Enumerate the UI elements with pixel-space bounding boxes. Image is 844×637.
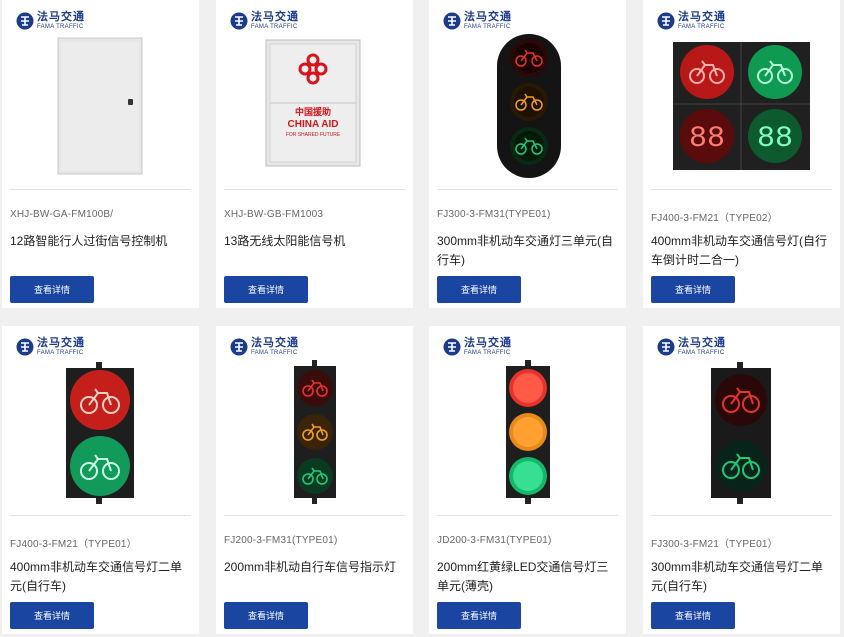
product-model: XHJ-BW-GB-FM1003: [224, 209, 324, 220]
view-details-button[interactable]: 查看详情: [10, 602, 94, 629]
product-image[interactable]: [643, 354, 840, 506]
view-details-button[interactable]: 查看详情: [651, 602, 735, 629]
view-details-button[interactable]: 查看详情: [224, 602, 308, 629]
product-image[interactable]: [429, 354, 626, 506]
view-details-button[interactable]: 查看详情: [10, 276, 94, 303]
product-title[interactable]: 400mm非机动车交通信号灯二单元(自行车): [10, 558, 189, 596]
product-image[interactable]: [429, 28, 626, 180]
product-card[interactable]: 法马交通 FAMA TRAFFIC XHJ-BW-GA-FM100B/ 12路智能…: [2, 0, 199, 308]
product-model: FJ300-3-FM21（TYPE01）: [651, 539, 778, 550]
product-title[interactable]: 200mm红黄绿LED交通信号灯三单元(薄壳): [437, 558, 616, 596]
product-model: XHJ-BW-GA-FM100B/: [10, 209, 114, 220]
svg-text:中国援助: 中国援助: [295, 106, 331, 117]
product-title[interactable]: 200mm非机动自行车信号指示灯: [224, 558, 403, 577]
view-details-button[interactable]: 查看详情: [224, 276, 308, 303]
product-card[interactable]: 法马交通 FAMA TRAFFIC 中国援助 CHINA AID FOR SHAR…: [216, 0, 413, 308]
product-model: FJ400-3-FM21（TYPE01）: [10, 539, 137, 550]
product-title[interactable]: 300mm非机动车交通信号灯二单元(自行车): [651, 558, 830, 596]
svg-text:88: 88: [689, 122, 725, 156]
product-card[interactable]: 法马交通 FAMA TRAFFIC JD200-3-FM31(TYPE01) 20…: [429, 326, 626, 634]
product-title[interactable]: 300mm非机动车交通灯三单元(自行车): [437, 232, 616, 270]
product-card[interactable]: 法马交通 FAMA TRAFFIC FJ300-3-FM21（TYPE01） 30…: [643, 326, 840, 634]
product-card[interactable]: 法马交通 FAMA TRAFFIC 88 88 FJ400-3-FM21（TYPE…: [643, 0, 840, 308]
svg-text:FOR SHARED FUTURE: FOR SHARED FUTURE: [286, 132, 341, 138]
product-image[interactable]: 88 88: [643, 28, 840, 180]
product-card[interactable]: 法马交通 FAMA TRAFFIC FJ200-3-FM31(TYPE01) 20…: [216, 326, 413, 634]
product-model: FJ400-3-FM21（TYPE02）: [651, 213, 778, 224]
product-image[interactable]: 中国援助 CHINA AID FOR SHARED FUTURE: [216, 28, 413, 180]
view-details-button[interactable]: 查看详情: [437, 276, 521, 303]
product-image[interactable]: [2, 354, 199, 506]
product-title[interactable]: 400mm非机动车交通信号灯(自行车倒计时二合一): [651, 232, 830, 270]
product-image[interactable]: [2, 28, 199, 180]
view-details-button[interactable]: 查看详情: [651, 276, 735, 303]
product-title[interactable]: 12路智能行人过街信号控制机: [10, 232, 189, 251]
product-card[interactable]: 法马交通 FAMA TRAFFIC FJ300-3-FM31(TYPE01) 30…: [429, 0, 626, 308]
view-details-button[interactable]: 查看详情: [437, 602, 521, 629]
product-image[interactable]: [216, 354, 413, 506]
product-model: FJ300-3-FM31(TYPE01): [437, 209, 551, 220]
svg-text:88: 88: [757, 122, 793, 156]
product-model: FJ200-3-FM31(TYPE01): [224, 535, 338, 546]
product-title[interactable]: 13路无线太阳能信号机: [224, 232, 403, 251]
svg-text:CHINA AID: CHINA AID: [288, 119, 339, 130]
product-model: JD200-3-FM31(TYPE01): [437, 535, 552, 546]
product-card[interactable]: 法马交通 FAMA TRAFFIC FJ400-3-FM21（TYPE01） 40…: [2, 326, 199, 634]
